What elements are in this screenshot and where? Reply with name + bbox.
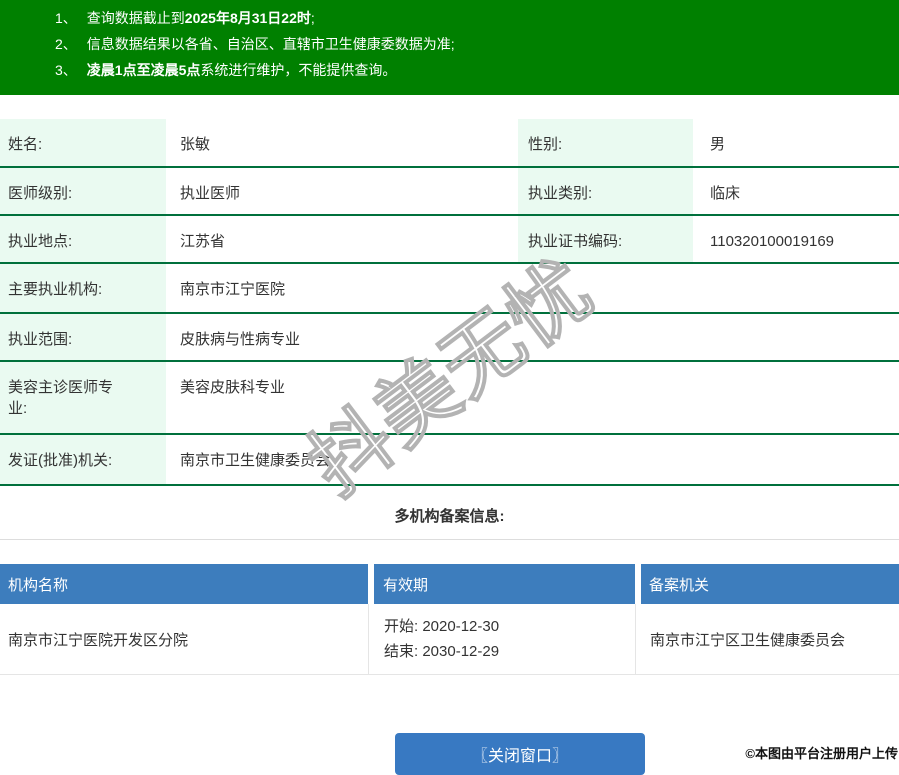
filing-section-heading: 多机构备案信息: <box>0 486 899 540</box>
notice-line-number: 2、 <box>55 36 77 52</box>
field-value-doctor-level: 执业医师 <box>166 167 518 216</box>
field-label-text: 执业范围: <box>8 331 73 348</box>
notice-line-3: 3、 凌晨1点至凌晨5点系统进行维护，不能提供查询。 <box>0 57 899 83</box>
field-label-text: 执业证书编码: <box>528 233 623 250</box>
notice-banner: 1、 查询数据截止到2025年8月31日22时; 2、 信息数据结果以各省、自治区、… <box>0 0 899 95</box>
table-row: 美容主诊医师专业: 美容皮肤科专业 <box>0 361 899 435</box>
notice-text: 系统进行维护，不能提供查询。 <box>200 62 397 78</box>
field-value-cosmetic-specialty: 美容皮肤科专业 <box>166 361 899 435</box>
table-row: 发证(批准)机关: 南京市卫生健康委员会 <box>0 434 899 486</box>
notice-line-number: 1、 <box>55 10 77 26</box>
field-label-practice-scope: 执业范围: <box>0 313 166 362</box>
notice-text-bold: 2025年8月31日22时 <box>184 10 311 26</box>
field-value-practice-scope: 皮肤病与性病专业 <box>166 313 899 362</box>
table-row: 执业地点: 江苏省 执业证书编码: 110320100019169 <box>0 215 899 264</box>
field-label-doctor-level: 医师级别: <box>0 167 166 216</box>
notice-text-bold: 凌晨1点至凌晨5点 <box>86 62 201 78</box>
field-value-practice-location: 江苏省 <box>166 215 518 264</box>
cell-institution-name: 南京市江宁医院开发区分院 <box>8 631 189 649</box>
field-label-text: 发证(批准)机关: <box>8 452 113 469</box>
field-label-certificate-number: 执业证书编码: <box>518 215 693 264</box>
table-row: 医师级别: 执业医师 执业类别: 临床 <box>0 167 899 216</box>
field-label-cosmetic-specialty: 美容主诊医师专业: <box>0 361 166 435</box>
field-label-text: 主要执业机构: <box>8 281 103 298</box>
field-label-practice-location: 执业地点: <box>0 215 166 264</box>
field-label-text: 执业地点: <box>8 233 73 250</box>
field-value-issuing-authority: 南京市卫生健康委员会 <box>166 434 899 486</box>
cell-filing-authority: 南京市江宁区卫生健康委员会 <box>635 604 899 674</box>
column-header-validity: 有效期 <box>374 564 635 604</box>
notice-text: ; <box>310 10 315 26</box>
column-header-institution-name: 机构名称 <box>0 564 368 604</box>
field-label-text: 医师级别: <box>8 185 73 202</box>
field-value-practice-category: 临床 <box>693 167 899 216</box>
field-value-main-institution: 南京市江宁医院 <box>166 263 899 314</box>
field-label-text: 美容主诊医师专业: <box>8 379 114 417</box>
doctor-info-table: 姓名: 张敏 性别: 男 医师级别: 执业医师 执业类别: 临床 执业地点: 江… <box>0 119 899 486</box>
table-row: 执业范围: 皮肤病与性病专业 <box>0 313 899 362</box>
field-label-practice-category: 执业类别: <box>518 167 693 216</box>
field-value-gender: 男 <box>693 119 899 168</box>
field-value-certificate-number: 110320100019169 <box>693 215 899 264</box>
notice-text: 查询数据截止到 <box>86 10 185 26</box>
filing-table-header: 机构名称 有效期 备案机关 <box>0 564 899 604</box>
field-label-text: 性别: <box>528 136 563 153</box>
field-label-text: 姓名: <box>8 136 43 153</box>
table-row: 姓名: 张敏 性别: 男 <box>0 119 899 168</box>
field-label-issuing-authority: 发证(批准)机关: <box>0 434 166 486</box>
table-row: 主要执业机构: 南京市江宁医院 <box>0 263 899 314</box>
upload-credit-text: ©本图由平台注册用户上传 <box>745 746 898 761</box>
field-label-gender: 性别: <box>518 119 693 168</box>
notice-text: 信息数据结果以各省、自治区、直辖市卫生健康委数据为准; <box>86 36 455 52</box>
filing-table: 机构名称 有效期 备案机关 南京市江宁医院开发区分院 开始: 2020-12-3… <box>0 564 899 675</box>
validity-end: 结束: 2030-12-29 <box>384 643 500 660</box>
close-window-button[interactable]: 〖关闭窗口〗 <box>395 733 645 775</box>
notice-line-number: 3、 <box>55 62 77 78</box>
notice-line-2: 2、 信息数据结果以各省、自治区、直辖市卫生健康委数据为准; <box>0 31 899 57</box>
validity-start: 开始: 2020-12-30 <box>384 618 500 635</box>
field-label-text: 执业类别: <box>528 185 593 202</box>
field-label-main-institution: 主要执业机构: <box>0 263 166 314</box>
notice-line-1: 1、 查询数据截止到2025年8月31日22时; <box>0 5 899 31</box>
cell-validity: 开始: 2020-12-30 结束: 2030-12-29 <box>368 604 635 674</box>
column-header-filing-authority: 备案机关 <box>641 564 899 604</box>
field-label-name: 姓名: <box>0 119 166 168</box>
filing-table-row: 南京市江宁医院开发区分院 开始: 2020-12-30 结束: 2030-12-… <box>0 604 899 675</box>
field-value-name: 张敏 <box>166 119 518 168</box>
